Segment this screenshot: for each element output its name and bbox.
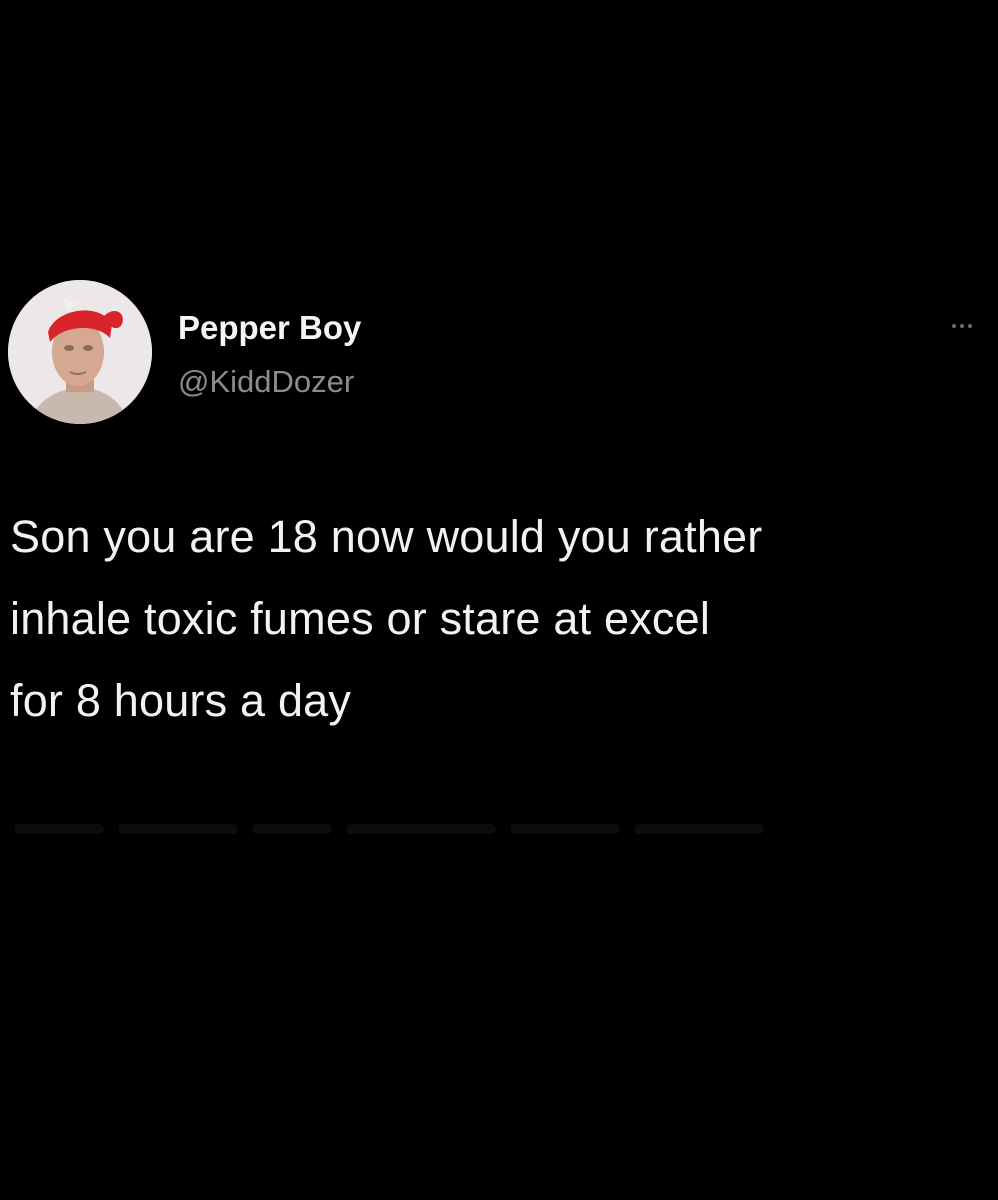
faded-segment [510,824,620,834]
author-handle[interactable]: @KiddDozer [178,362,354,402]
more-options-icon[interactable] [934,310,990,342]
faded-timestamp-area [14,814,774,844]
author-display-name[interactable]: Pepper Boy [178,308,361,348]
faded-segment [118,824,238,834]
tweet-card: Pepper Boy @KiddDozer Son you are 18 now… [0,0,998,1200]
more-dot [960,324,964,328]
more-dot [952,324,956,328]
faded-segment [14,824,104,834]
faded-segment [346,824,496,834]
faded-segment [252,824,332,834]
faded-segment [634,824,764,834]
avatar-image [8,280,152,424]
more-dot [968,324,972,328]
tweet-text-line: for 8 hours a day [10,675,352,726]
tweet-text-line: inhale toxic fumes or stare at excel [10,593,711,644]
tweet-text-line: Son you are 18 now would you rather [10,511,763,562]
author-avatar[interactable] [8,280,152,424]
tweet-text: Son you are 18 now would you rather inha… [10,496,995,742]
